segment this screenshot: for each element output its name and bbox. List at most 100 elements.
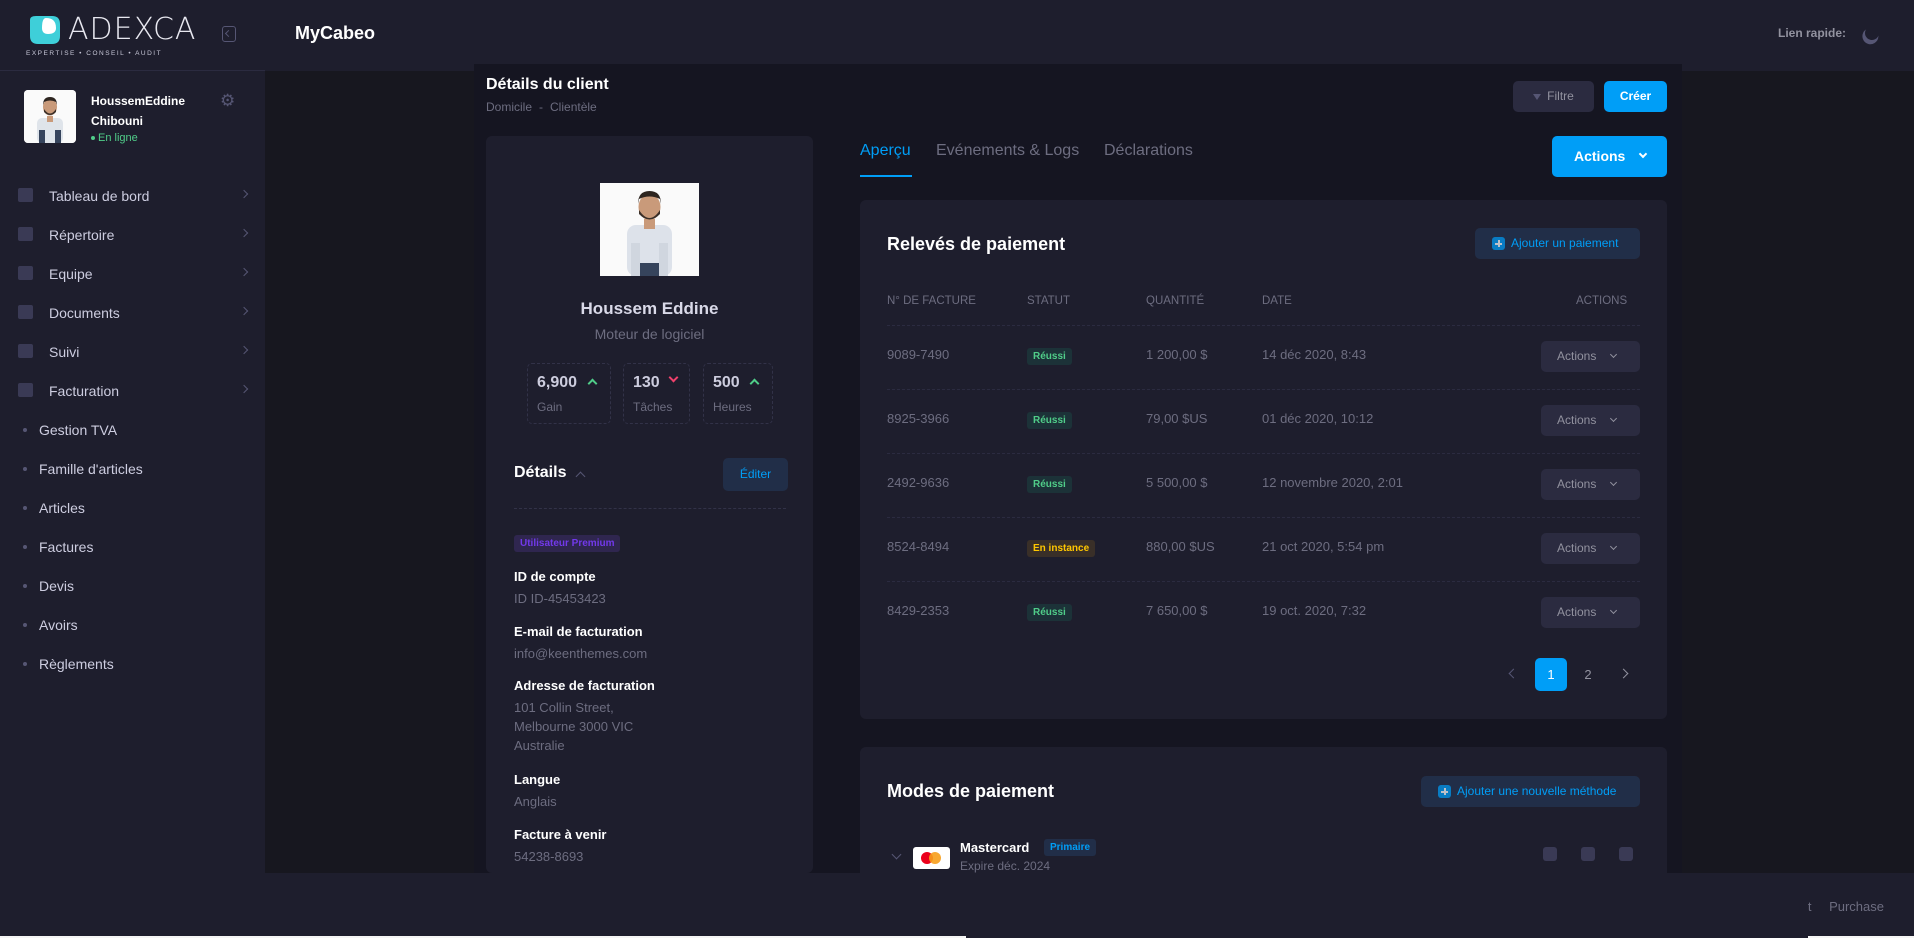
- stat-heures: 500 Heures: [703, 363, 773, 424]
- edit-button[interactable]: Éditer: [723, 458, 788, 491]
- pagination-page-1[interactable]: 1: [1535, 658, 1567, 691]
- create-button[interactable]: Créer: [1604, 81, 1667, 112]
- user-avatar[interactable]: [24, 90, 76, 143]
- details-toggle[interactable]: Détails: [514, 464, 566, 482]
- sidebar-collapse-icon[interactable]: [222, 26, 236, 42]
- tab-apercu[interactable]: Aperçu: [860, 142, 911, 160]
- chevron-down-icon: [1609, 478, 1618, 487]
- sidebar-subitem-factures[interactable]: Factures: [18, 531, 250, 570]
- profile-role: Moteur de logiciel: [594, 326, 705, 342]
- field-value: 101 Collin Street,: [514, 700, 614, 715]
- column-header-date[interactable]: DATE: [1262, 295, 1292, 307]
- sidebar-item-tableau-de-bord[interactable]: Tableau de bord: [18, 180, 250, 219]
- field-upcoming-invoice: Facture à venir 54238-8693: [514, 827, 607, 866]
- header: MyCabeo Lien rapide:: [265, 0, 1914, 71]
- bullet-icon: [23, 467, 27, 471]
- sidebar-item-documents[interactable]: Documents: [18, 297, 250, 336]
- cell-invoice[interactable]: 9089-7490: [887, 347, 949, 362]
- profile-name[interactable]: Houssem Eddine: [486, 299, 813, 319]
- tab-evenements-logs[interactable]: Evénements & Logs: [936, 142, 1079, 160]
- footer-links: t Purchase: [1794, 899, 1884, 914]
- cell-date: 21 oct 2020, 5:54 pm: [1262, 539, 1385, 554]
- chevron-right-icon: [239, 306, 249, 316]
- sidebar-subitem-articles[interactable]: Articles: [18, 492, 250, 531]
- user-status: En ligne: [91, 132, 138, 144]
- sidebar-subitem-devis[interactable]: Devis: [18, 570, 250, 609]
- gear-icon[interactable]: ⚙: [220, 92, 238, 110]
- actions-dropdown-button[interactable]: Actions: [1552, 136, 1667, 177]
- sidebar-subitem-label: Devis: [39, 578, 75, 594]
- arrow-up-icon: [749, 378, 760, 389]
- chevron-down-icon: [1609, 414, 1618, 423]
- field-value[interactable]: 54238-8693: [514, 847, 607, 866]
- cell-invoice[interactable]: 8524-8494: [887, 539, 949, 554]
- breadcrumb-item-domicile[interactable]: Domicile: [486, 100, 532, 114]
- add-method-label: Ajouter une nouvelle méthode: [1457, 784, 1617, 798]
- field-value[interactable]: info@keenthemes.com: [514, 644, 647, 663]
- sidebar-item-suivi[interactable]: Suivi: [18, 336, 250, 375]
- profile-card: Houssem Eddine Moteur de logiciel 6,900 …: [486, 136, 813, 873]
- cell-invoice[interactable]: 8925-3966: [887, 411, 949, 426]
- stat-value: 500: [713, 374, 740, 391]
- sidebar-subitem-label: Factures: [39, 539, 94, 555]
- row-actions-button[interactable]: Actions: [1541, 597, 1640, 628]
- trash-icon[interactable]: [1581, 847, 1595, 861]
- stat-taches: 130 Tâches: [623, 363, 690, 424]
- field-account-id: ID de compte ID ID-45453423: [514, 569, 606, 608]
- field-label: ID de compte: [514, 569, 596, 584]
- footer-link-purchase[interactable]: Purchase: [1829, 899, 1884, 914]
- sidebar-item-equipe[interactable]: Equipe: [18, 258, 250, 297]
- divider: [514, 508, 786, 509]
- user-name[interactable]: HoussemEddine Chibouni: [91, 91, 201, 131]
- sidebar-item-repertoire[interactable]: Répertoire: [18, 219, 250, 258]
- add-payment-button[interactable]: Ajouter un paiement: [1475, 228, 1640, 259]
- pencil-icon[interactable]: [1543, 847, 1557, 861]
- cell-invoice[interactable]: 2492-9636: [887, 475, 949, 490]
- row-actions-button[interactable]: Actions: [1541, 405, 1640, 436]
- tab-declarations[interactable]: Déclarations: [1104, 142, 1193, 160]
- add-method-button[interactable]: Ajouter une nouvelle méthode: [1421, 776, 1640, 807]
- stat-value: 130: [633, 374, 660, 391]
- column-header-amount[interactable]: QUANTITÉ: [1146, 295, 1204, 307]
- column-header-status[interactable]: STATUT: [1027, 295, 1070, 307]
- row-actions-button[interactable]: Actions: [1541, 469, 1640, 500]
- sidebar-nav: Tableau de bord Répertoire Equipe Docume…: [18, 180, 250, 687]
- quick-link-label[interactable]: Lien rapide:: [1778, 26, 1846, 40]
- cell-invoice[interactable]: 8429-2353: [887, 603, 949, 618]
- field-value: Melbourne 3000 VIC: [514, 719, 634, 734]
- sidebar-item-label: Suivi: [49, 344, 80, 360]
- filter-icon: [1533, 93, 1542, 100]
- filter-button-label: Filtre: [1547, 89, 1574, 103]
- arrow-down-icon: [668, 372, 679, 383]
- pagination-page-2[interactable]: 2: [1572, 658, 1604, 691]
- stat-value: 6,900: [537, 374, 578, 391]
- row-actions-button[interactable]: Actions: [1541, 341, 1640, 372]
- payment-methods-title: Modes de paiement: [887, 781, 1055, 801]
- sidebar-subitem-famille-articles[interactable]: Famille d'articles: [18, 453, 250, 492]
- footer-link[interactable]: t: [1808, 899, 1812, 914]
- sidebar-subitem-avoirs[interactable]: Avoirs: [18, 609, 250, 648]
- status-badge: Réussi: [1027, 412, 1072, 429]
- bullet-icon: [23, 623, 27, 627]
- app-title: MyCabeo: [295, 23, 376, 43]
- sidebar-subitem-label: Règlements: [39, 656, 114, 672]
- stat-label: Heures: [713, 400, 752, 414]
- column-header-invoice[interactable]: N° DE FACTURE: [887, 295, 976, 307]
- sidebar-subitem-gestion-tva[interactable]: Gestion TVA: [18, 414, 250, 453]
- chevron-up-icon[interactable]: [575, 471, 586, 482]
- field-billing-email: E-mail de facturation info@keenthemes.co…: [514, 624, 647, 663]
- filter-button[interactable]: Filtre: [1513, 81, 1594, 112]
- active-tab-indicator: [860, 175, 912, 177]
- row-actions-button[interactable]: Actions: [1541, 533, 1640, 564]
- moon-icon[interactable]: [1862, 23, 1881, 42]
- breadcrumb-separator: -: [539, 100, 544, 114]
- brand-logo[interactable]: ADEXCA EXPERTISE • CONSEIL • AUDIT: [26, 12, 195, 60]
- table-row: 8524-8494 En instance 880,00 $US 21 oct …: [887, 517, 1640, 581]
- breadcrumb-item-clientele[interactable]: Clientèle: [550, 100, 597, 114]
- sidebar-subitem-reglements[interactable]: Règlements: [18, 648, 250, 687]
- row-actions-label: Actions: [1557, 413, 1597, 427]
- sidebar-item-facturation[interactable]: Facturation: [18, 375, 250, 414]
- share-icon[interactable]: [1619, 847, 1633, 861]
- stat-label: Tâches: [633, 400, 673, 414]
- column-header-actions: ACTIONS: [1576, 295, 1628, 307]
